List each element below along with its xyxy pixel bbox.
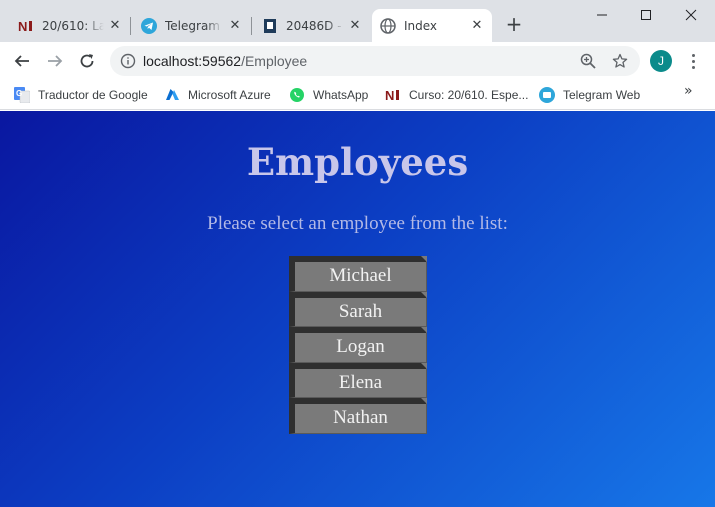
tab-netex[interactable]: N 20/610: La ✕ (10, 9, 130, 42)
page-content: Employees Please select an employee from… (0, 111, 715, 507)
telegram-icon (141, 17, 157, 34)
telegram-icon (539, 87, 555, 103)
close-icon[interactable]: ✕ (228, 19, 242, 33)
bookmark-label: Microsoft Azure (188, 88, 271, 102)
bookmark-curso[interactable]: N Curso: 20/610. Espe... (385, 85, 528, 105)
bookmark-label: Telegram Web (563, 88, 641, 102)
window-close-icon[interactable] (668, 0, 714, 30)
tab-title: 20486D - D (286, 18, 344, 33)
address-text: localhost:59562/Employee (143, 53, 307, 69)
bookmark-microsoft-azure[interactable]: Microsoft Azure (164, 85, 271, 105)
close-icon[interactable]: ✕ (108, 19, 122, 33)
minimize-icon[interactable] (579, 0, 625, 30)
bookmark-telegram-web[interactable]: Telegram Web (539, 85, 640, 105)
menu-icon[interactable] (685, 50, 701, 72)
tab-20486d[interactable]: 20486D - D ✕ (254, 9, 370, 42)
reload-icon[interactable] (75, 49, 99, 73)
close-icon[interactable]: ✕ (470, 19, 484, 33)
netex-icon: N (385, 87, 401, 103)
employee-button-sarah[interactable]: Sarah (289, 291, 427, 327)
document-icon (262, 18, 278, 34)
back-icon[interactable] (10, 49, 34, 73)
svg-text:N: N (18, 19, 27, 34)
netex-icon: N (18, 18, 34, 34)
google-translate-icon: G (14, 87, 30, 103)
bookmark-label: Traductor de Google (38, 88, 148, 102)
new-tab-button[interactable]: + (503, 14, 525, 36)
tab-telegram[interactable]: Telegram W ✕ (133, 9, 250, 42)
tab-strip: N 20/610: La ✕ Telegram W ✕ 20486D - D ✕… (0, 0, 715, 42)
bookmark-label: WhatsApp (313, 88, 369, 102)
address-host: localhost:59562 (143, 53, 242, 69)
address-bar[interactable]: localhost:59562/Employee (110, 46, 640, 76)
employee-button-michael[interactable]: Michael (289, 256, 427, 292)
svg-text:N: N (385, 88, 394, 103)
info-icon[interactable] (120, 53, 136, 69)
tab-separator (130, 17, 131, 35)
employee-button-logan[interactable]: Logan (289, 327, 427, 363)
page-subtitle: Please select an employee from the list: (207, 213, 508, 234)
star-icon[interactable] (612, 53, 628, 69)
svg-text:G: G (16, 89, 22, 98)
tab-separator (251, 17, 252, 35)
employee-button-elena[interactable]: Elena (289, 362, 427, 398)
employee-list: Michael Sarah Logan Elena Nathan (289, 256, 427, 434)
zoom-icon[interactable] (580, 53, 596, 69)
bookmarks-overflow-button[interactable]: » (684, 83, 693, 99)
globe-icon (380, 17, 396, 34)
bookmark-google-translate[interactable]: G Traductor de Google (14, 85, 148, 105)
address-path: /Employee (241, 53, 308, 69)
tab-title: 20/610: La (42, 18, 104, 33)
toolbar: localhost:59562/Employee J (0, 42, 715, 80)
tab-title: Telegram W (165, 18, 223, 33)
whatsapp-icon (289, 87, 305, 103)
forward-icon[interactable] (43, 49, 67, 73)
page-title: Employees (246, 140, 469, 184)
bookmark-whatsapp[interactable]: WhatsApp (289, 85, 368, 105)
maximize-icon[interactable] (623, 0, 669, 30)
tab-index[interactable]: Index ✕ (372, 9, 492, 42)
close-icon[interactable]: ✕ (348, 19, 362, 33)
employee-button-nathan[interactable]: Nathan (289, 398, 427, 434)
profile-avatar[interactable]: J (650, 50, 672, 72)
azure-icon (164, 87, 180, 103)
bookmark-label: Curso: 20/610. Espe... (409, 88, 529, 102)
bookmarks-bar: G Traductor de Google Microsoft Azure Wh… (0, 80, 715, 110)
tab-title: Index (404, 18, 438, 33)
